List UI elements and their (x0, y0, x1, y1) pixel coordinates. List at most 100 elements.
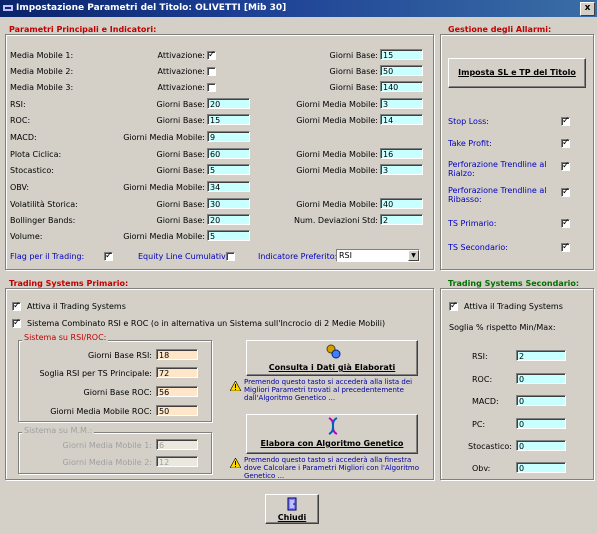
roc-gb-label: Giorni Base: (156, 116, 205, 125)
alarm-ts-secondary-checkbox[interactable]: ✓ (561, 243, 570, 252)
bb-nds-input[interactable]: 2 (380, 214, 423, 225)
ts-secondary-heading: Trading Systems Secondario: (448, 279, 580, 288)
mm1-attiv-label: Attivazione: (157, 51, 205, 60)
macd-gmm-label: Giorni Media Mobile: (123, 133, 205, 142)
preferred-indicator-value: RSI (339, 251, 352, 260)
tss-rsi-label: RSI: (472, 352, 488, 361)
alarm-ts-primary-checkbox[interactable]: ✓ (561, 219, 570, 228)
tss-obv-input[interactable]: 0 (516, 462, 566, 473)
preferred-indicator-select[interactable]: RSI ▼ (336, 249, 420, 262)
alarm-trendline-up-label: Perforazione Trendline al Rialzo: (448, 160, 547, 178)
tss-rsi-input[interactable]: 2 (516, 350, 566, 361)
alarm-ts-primary-label: TS Primario: (448, 219, 497, 228)
soglia-minmax-label: Soglia % rispetto Min/Max: (449, 323, 556, 332)
rsiroc-heading: Sistema su RSI/ROC: (22, 333, 109, 342)
gmm2-input[interactable]: 12 (156, 456, 198, 467)
ts-primary-activate-label: Attiva il Trading Systems (27, 302, 126, 311)
macd-gmm-input[interactable]: 9 (207, 131, 250, 142)
mm1-label: Media Mobile 1: (10, 51, 74, 60)
chevron-down-icon[interactable]: ▼ (408, 250, 419, 261)
consulta-note: Premendo questo tasto si accederà alla l… (244, 378, 413, 402)
sto-gb-input[interactable]: 5 (207, 164, 250, 175)
macd-label: MACD: (10, 133, 37, 142)
obv-label: OBV: (10, 183, 30, 192)
elabora-genetic-button[interactable]: Elabora con Algoritmo Genetico (246, 414, 418, 454)
vol-gb-label: Giorni Base: (156, 200, 205, 209)
ts-secondary-activate-checkbox[interactable]: ✓ (449, 302, 458, 311)
close-window-button[interactable]: x (580, 2, 595, 16)
pc-gb-input[interactable]: 60 (207, 148, 250, 159)
sto-gmm-input[interactable]: 3 (380, 164, 423, 175)
mm3-gb-label: Giorni Base: (329, 83, 378, 92)
roc-label: ROC: (10, 116, 31, 125)
vol-gmm-label: Giorni Media Mobile: (296, 200, 378, 209)
tss-macd-input[interactable]: 0 (516, 395, 566, 406)
gears-icon (326, 344, 341, 359)
mm2-gb-input[interactable]: 50 (380, 65, 423, 76)
gmm2-label: Giorni Media Mobile 2: (62, 458, 152, 467)
dna-icon (328, 417, 338, 435)
mm1-gb-label: Giorni Base: (329, 51, 378, 60)
bb-gb-input[interactable]: 20 (207, 214, 250, 225)
gb-roc-input[interactable]: 56 (156, 386, 198, 397)
soglia-rsi-input[interactable]: 72 (156, 367, 198, 378)
alarm-stop-loss-checkbox[interactable]: ✓ (561, 117, 570, 126)
rsi-label: RSI: (10, 100, 26, 109)
obv-gmm-input[interactable]: 34 (207, 181, 250, 192)
tss-pc-input[interactable]: 0 (516, 418, 566, 429)
rsi-gmm-input[interactable]: 3 (380, 98, 423, 109)
gmm1-input[interactable]: 6 (156, 439, 198, 450)
pc-label: Plota Ciclica: (10, 150, 62, 159)
preferred-indicator-label: Indicatore Preferito: (258, 252, 338, 261)
close-button[interactable]: Chiudi (265, 494, 319, 524)
gb-roc-label: Giorni Base ROC: (83, 388, 152, 397)
ts-combined-label: Sistema Combinato RSI e ROC (o in altern… (27, 319, 386, 328)
bb-gb-label: Giorni Base: (156, 216, 205, 225)
consulta-data-button[interactable]: Consulta i Dati già Elaborati (246, 340, 418, 376)
tss-sto-input[interactable]: 0 (516, 440, 566, 451)
gmm1-label: Giorni Media Mobile 1: (62, 441, 152, 450)
door-exit-icon (287, 497, 297, 511)
sto-gmm-label: Giorni Media Mobile: (296, 166, 378, 175)
equity-line-checkbox[interactable] (226, 252, 235, 261)
ts-secondary-activate-label: Attiva il Trading Systems (464, 302, 563, 311)
gmm-roc-input[interactable]: 50 (156, 405, 198, 416)
tss-roc-input[interactable]: 0 (516, 373, 566, 384)
mm1-checkbox[interactable]: ✓ (207, 51, 216, 60)
alarms-heading: Gestione degli Allarmi: (448, 25, 552, 34)
tss-macd-label: MACD: (472, 397, 499, 406)
mm2-checkbox[interactable] (207, 67, 216, 76)
rsi-gb-input[interactable]: 20 (207, 98, 250, 109)
roc-gb-input[interactable]: 15 (207, 114, 250, 125)
mm-heading: Sistema su M.M.: (22, 425, 95, 436)
alarm-trendline-down-checkbox[interactable]: ✓ (561, 188, 570, 197)
mm3-label: Media Mobile 3: (10, 83, 74, 92)
ts-primary-activate-checkbox[interactable]: ✓ (12, 302, 21, 311)
ts-secondary-panel (440, 288, 594, 480)
bb-label: Bollinger Bands: (10, 216, 76, 225)
flag-trading-label: Flag per il Trading: (10, 252, 85, 261)
set-sl-tp-button[interactable]: Imposta SL e TP del Titolo (448, 58, 586, 88)
mm3-checkbox[interactable] (207, 83, 216, 92)
alarm-stop-loss-label: Stop Loss: (448, 117, 489, 126)
vol-gb-input[interactable]: 30 (207, 198, 250, 209)
gb-rsi-label: Giorni Base RSI: (87, 351, 152, 360)
mm2-label: Media Mobile 2: (10, 67, 74, 76)
tss-pc-label: PC: (472, 420, 486, 429)
tss-obv-label: Obv: (472, 464, 491, 473)
volume-gmm-input[interactable]: 5 (207, 230, 250, 241)
gb-rsi-input[interactable]: 18 (156, 349, 198, 360)
alarm-trendline-up-checkbox[interactable]: ✓ (561, 162, 570, 171)
consulta-data-label: Consulta i Dati già Elaborati (268, 363, 396, 372)
roc-gmm-input[interactable]: 14 (380, 114, 423, 125)
flag-trading-checkbox[interactable]: ✓ (104, 252, 113, 261)
mm3-gb-input[interactable]: 140 (380, 81, 423, 92)
ts-combined-checkbox[interactable]: ✓ (12, 319, 21, 328)
mm1-gb-input[interactable]: 15 (380, 49, 423, 60)
alarm-trendline-down-label: Perforazione Trendline al Ribasso: (448, 186, 547, 204)
title-bar: Impostazione Parametri del Titolo: OLIVE… (0, 0, 597, 17)
volume-gmm-label: Giorni Media Mobile: (123, 232, 205, 241)
alarm-take-profit-checkbox[interactable]: ✓ (561, 139, 570, 148)
vol-gmm-input[interactable]: 40 (380, 198, 423, 209)
pc-gmm-input[interactable]: 16 (380, 148, 423, 159)
